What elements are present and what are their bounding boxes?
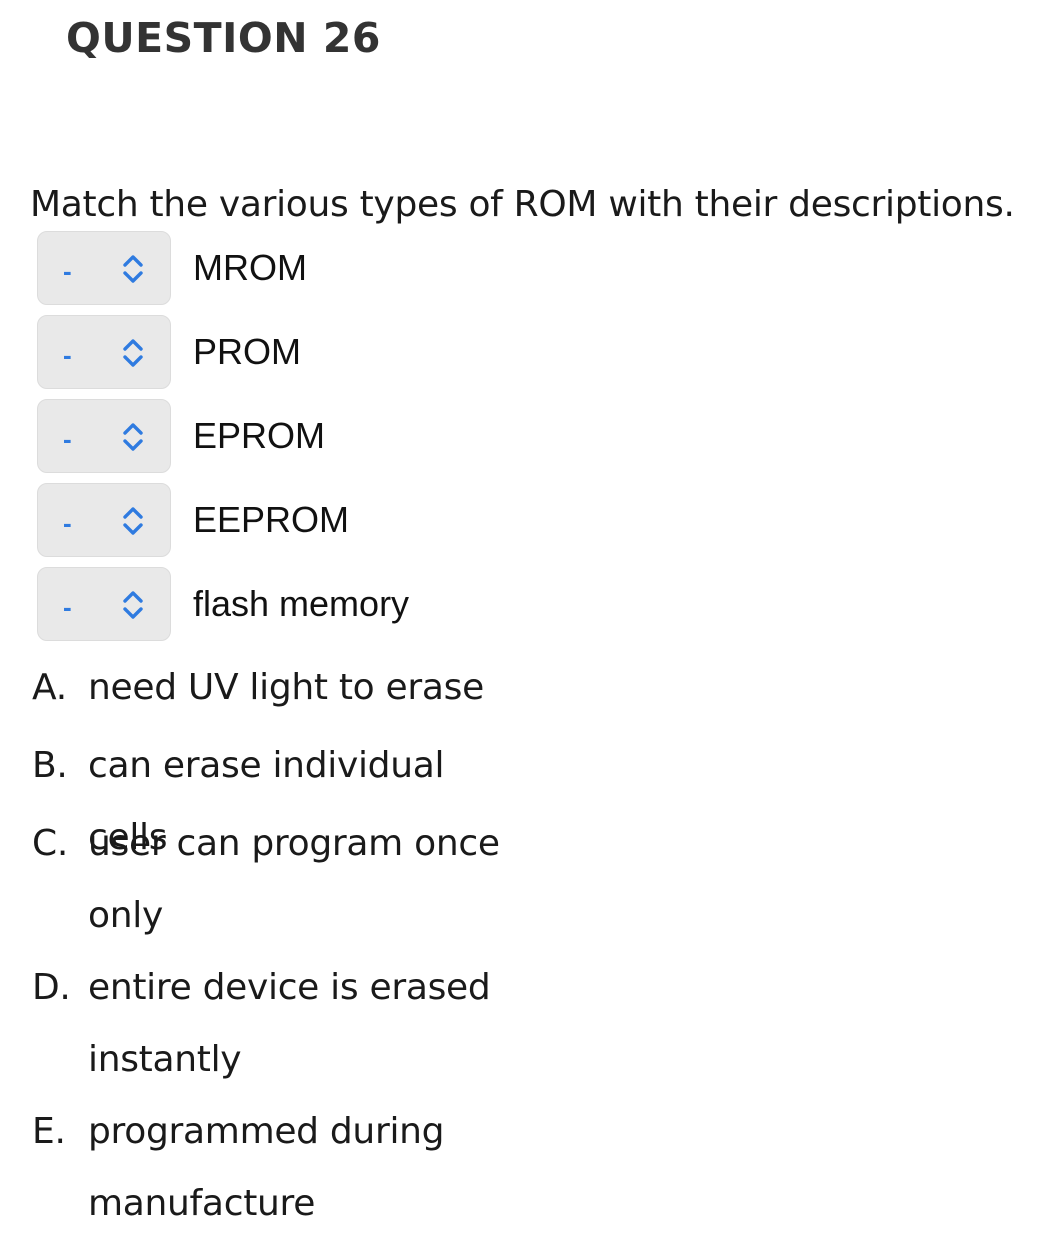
answer-option: A. need UV light to erase [32, 652, 528, 724]
chevron-up-down-icon [123, 423, 143, 451]
match-select[interactable]: - [37, 567, 171, 641]
answer-option: C. user can program once only [32, 808, 528, 952]
select-value: - [63, 340, 72, 370]
question-prompt: Match the various types of ROM with thei… [30, 184, 1015, 225]
match-select[interactable]: - [37, 231, 171, 305]
match-item-label: EPROM [193, 415, 326, 456]
match-item-label: PROM [193, 331, 301, 372]
match-item-label: MROM [193, 247, 307, 288]
question-title: QUESTION 26 [66, 14, 381, 62]
chevron-up-down-icon [123, 255, 143, 283]
match-row: - flash memory [37, 567, 409, 641]
select-value: - [63, 256, 72, 286]
match-row: - PROM [37, 315, 301, 389]
match-select[interactable]: - [37, 483, 171, 557]
select-value: - [63, 592, 72, 622]
match-row: - EPROM [37, 399, 325, 473]
chevron-up-down-icon [123, 591, 143, 619]
answer-text: programmed during manufacture [88, 1111, 445, 1224]
answer-letter: E. [32, 1111, 66, 1152]
select-value: - [63, 424, 72, 454]
match-row: - MROM [37, 231, 307, 305]
answer-text: need UV light to erase [88, 667, 484, 708]
answer-text: entire device is erased instantly [88, 967, 491, 1080]
answer-option: E. programmed during manufacture [32, 1096, 528, 1240]
match-select[interactable]: - [37, 399, 171, 473]
match-row: - EEPROM [37, 483, 349, 557]
chevron-up-down-icon [123, 339, 143, 367]
answer-letter: B. [32, 745, 68, 786]
answer-letter: A. [32, 667, 67, 708]
match-select[interactable]: - [37, 315, 171, 389]
answer-text: user can program once only [88, 823, 500, 936]
select-value: - [63, 508, 72, 538]
match-item-label: EEPROM [193, 499, 350, 540]
answer-letter: D. [32, 967, 71, 1008]
answer-letter: C. [32, 823, 68, 864]
answer-option: D. entire device is erased instantly [32, 952, 528, 1096]
match-item-label: flash memory [193, 583, 410, 624]
chevron-up-down-icon [123, 507, 143, 535]
